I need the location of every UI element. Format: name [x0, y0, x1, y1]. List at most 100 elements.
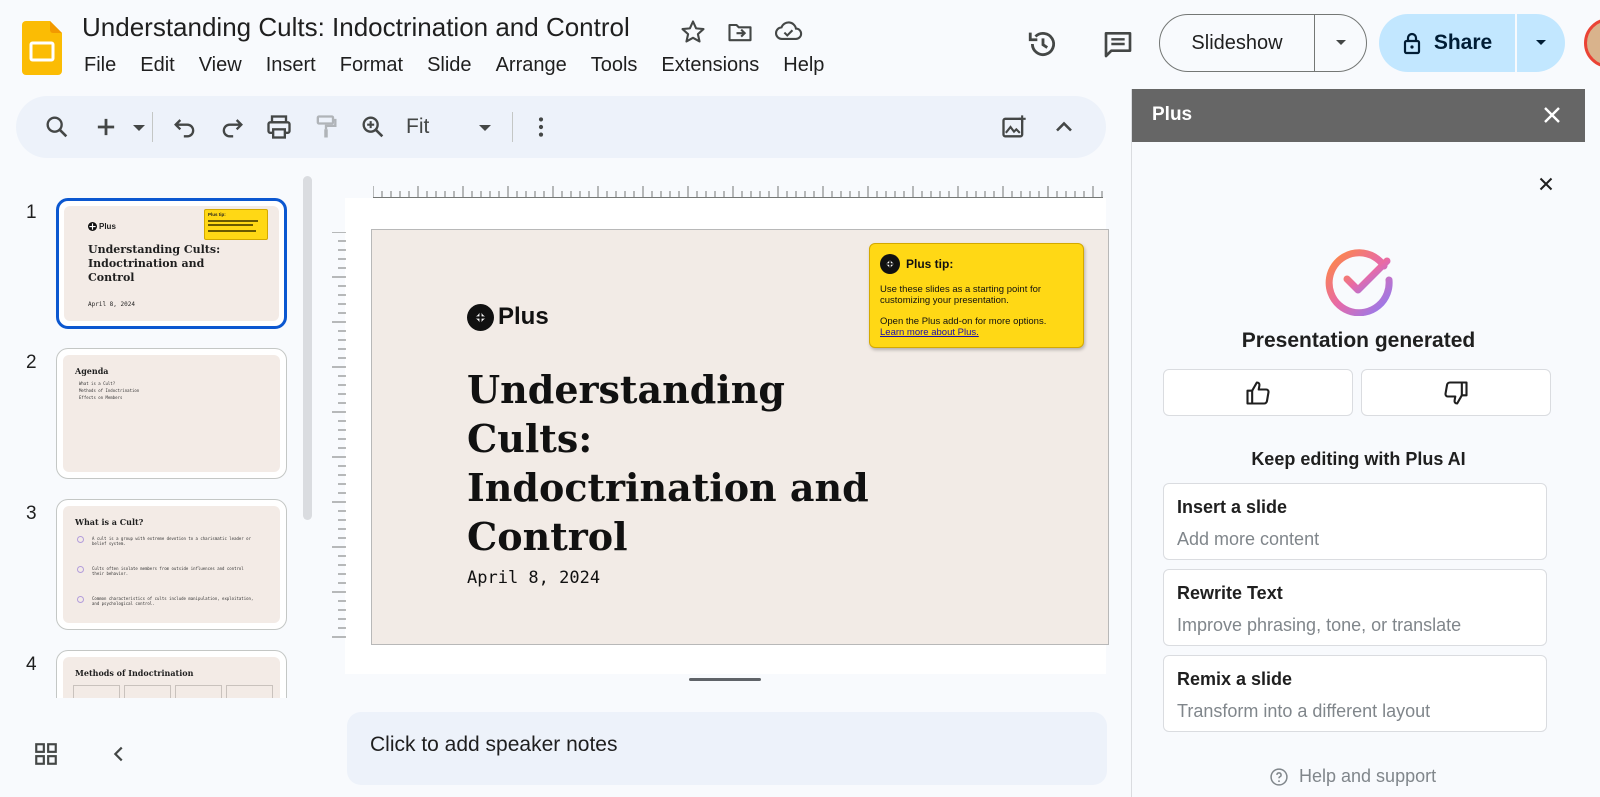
remix-slide-action[interactable]: Remix a slide Transform into a different…: [1163, 655, 1547, 732]
thumb-list-item: Common characteristics of cults include …: [77, 596, 257, 606]
tip-learn-more-link[interactable]: Learn more about Plus.: [880, 327, 1073, 338]
share-dropdown-icon[interactable]: [1517, 39, 1565, 47]
thumb-tip-heading: Plus tip:: [208, 212, 226, 217]
slide-number: 3: [26, 503, 37, 524]
print-icon[interactable]: [265, 113, 293, 141]
slideshow-label: Slideshow: [1191, 31, 1283, 54]
collapse-toolbar-icon[interactable]: [1050, 113, 1078, 141]
toolbar: Fit: [16, 96, 1106, 158]
thumb-list-item: A cult is a group with extreme devotion …: [77, 536, 257, 566]
cloud-saved-icon[interactable]: [774, 18, 803, 46]
menu-file[interactable]: File: [84, 54, 116, 77]
thumb-list-text: Cults often isolate members from outside…: [92, 566, 244, 576]
menu-tools[interactable]: Tools: [591, 54, 638, 77]
star-icon[interactable]: [679, 18, 707, 46]
thumb-title: What is a Cult?: [75, 517, 144, 527]
lock-icon: [1402, 31, 1422, 55]
menu-view[interactable]: View: [199, 54, 242, 77]
rewrite-text-action[interactable]: Rewrite Text Improve phrasing, tone, or …: [1163, 569, 1547, 646]
thumb-list-item: Effects on Members: [79, 395, 123, 400]
thumbs-up-button[interactable]: [1163, 369, 1353, 416]
grid-view-icon[interactable]: [33, 741, 59, 767]
thumb-tip-lines: [208, 220, 258, 222]
thumb-logo-text: Plus: [99, 222, 116, 231]
slideshow-dropdown-icon[interactable]: [1315, 39, 1366, 47]
insert-image-icon[interactable]: [1000, 113, 1028, 141]
document-title[interactable]: Understanding Cults: Indoctrination and …: [82, 12, 630, 43]
add-icon[interactable]: [92, 113, 120, 141]
slide-thumbnail-3[interactable]: What is a Cult? A cult is a group with e…: [56, 499, 287, 630]
help-support-link[interactable]: Help and support: [1269, 766, 1436, 787]
thumbs-down-icon: [1442, 379, 1470, 407]
slide-canvas[interactable]: Plus Understanding Cults: Indoctrination…: [371, 229, 1109, 645]
thumb-date: April 8, 2024: [88, 301, 135, 308]
slide-thumbnail-4[interactable]: Methods of Indoctrination: [56, 650, 287, 698]
toolbar-separator: [512, 112, 513, 142]
menu-arrange[interactable]: Arrange: [496, 54, 567, 77]
bullet-icon: [77, 536, 84, 543]
add-dropdown-icon[interactable]: [130, 113, 148, 141]
slide-thumbnail-1[interactable]: Plus Understanding Cults: Indoctrination…: [56, 198, 287, 329]
zoom-icon[interactable]: [359, 113, 387, 141]
thumb-box: [175, 685, 222, 698]
tip-heading-row: Plus tip:: [880, 254, 1073, 274]
thumb-tip: Plus tip:: [204, 209, 268, 240]
search-icon[interactable]: [43, 113, 71, 141]
notes-resize-handle[interactable]: [689, 678, 761, 681]
close-panel-icon[interactable]: [1540, 103, 1564, 127]
undo-icon[interactable]: [171, 113, 199, 141]
slide-thumbnail-2[interactable]: Agenda What is a Cult? Methods of Indoct…: [56, 348, 287, 479]
account-avatar[interactable]: [1584, 18, 1600, 68]
slide-date[interactable]: April 8, 2024: [467, 568, 600, 588]
menu-help[interactable]: Help: [783, 54, 824, 77]
filmstrip-scrollbar[interactable]: [303, 176, 312, 520]
thumbs-down-button[interactable]: [1361, 369, 1551, 416]
redo-icon[interactable]: [218, 113, 246, 141]
tip-text: Open the Plus add-on for more options.: [880, 316, 1047, 327]
action-subtitle: Improve phrasing, tone, or translate: [1177, 615, 1462, 635]
thumbs-up-icon: [1244, 379, 1272, 407]
menu-slide[interactable]: Slide: [427, 54, 471, 77]
keep-editing-heading: Keep editing with Plus AI: [1251, 449, 1466, 469]
plus-logo-icon: [88, 222, 97, 231]
move-to-folder-icon[interactable]: [726, 18, 754, 46]
thumb-boxes: [73, 685, 273, 698]
share-button[interactable]: Share: [1379, 14, 1565, 72]
plus-side-panel: Plus Presentation generated Keep editing…: [1131, 89, 1585, 797]
menu-insert[interactable]: Insert: [266, 54, 316, 77]
menu-extensions[interactable]: Extensions: [661, 54, 759, 77]
zoom-select[interactable]: Fit: [406, 115, 429, 139]
bullet-icon: [77, 596, 84, 603]
insert-slide-action[interactable]: Insert a slide Add more content: [1163, 483, 1547, 560]
thumb-title: Understanding Cults: Indoctrination and …: [88, 243, 221, 284]
action-title: Insert a slide: [1177, 497, 1288, 517]
thumb-list-text: Common characteristics of cults include …: [92, 596, 254, 606]
zoom-dropdown-icon[interactable]: [476, 113, 494, 141]
comments-icon[interactable]: [1102, 28, 1134, 60]
action-subtitle: Transform into a different layout: [1177, 701, 1431, 721]
thumb-list: A cult is a group with extreme devotion …: [77, 536, 257, 606]
thumb-list-item: Methods of Indoctrination: [79, 388, 140, 393]
menu-edit[interactable]: Edit: [140, 54, 174, 77]
slide-filmstrip: 1 Plus Understanding Cults: Indoctrinati…: [0, 170, 320, 698]
tip-heading: Plus tip:: [906, 257, 954, 271]
collapse-filmstrip-icon[interactable]: [108, 743, 130, 765]
panel-title: Plus: [1152, 104, 1193, 125]
slides-logo-icon[interactable]: [22, 21, 62, 75]
menu-format[interactable]: Format: [340, 54, 403, 77]
speaker-notes[interactable]: Click to add speaker notes: [347, 712, 1107, 785]
thumb-box: [124, 685, 171, 698]
action-subtitle: Add more content: [1177, 529, 1320, 549]
version-history-icon[interactable]: [1026, 27, 1060, 61]
close-icon[interactable]: [1535, 173, 1557, 195]
help-icon: [1269, 767, 1289, 787]
tip-text: Use these slides as a starting point for…: [880, 284, 1042, 306]
slide-title[interactable]: Understanding Cults: Indoctrination and …: [467, 365, 907, 561]
slideshow-button[interactable]: Slideshow: [1159, 14, 1367, 72]
paint-format-icon[interactable]: [312, 113, 340, 141]
plus-tip-callout[interactable]: Plus tip: Use these slides as a starting…: [869, 243, 1084, 348]
plus-logo-icon: [467, 303, 494, 331]
more-icon[interactable]: [527, 113, 555, 141]
share-main[interactable]: Share: [1379, 31, 1515, 55]
action-title: Remix a slide: [1177, 669, 1293, 689]
